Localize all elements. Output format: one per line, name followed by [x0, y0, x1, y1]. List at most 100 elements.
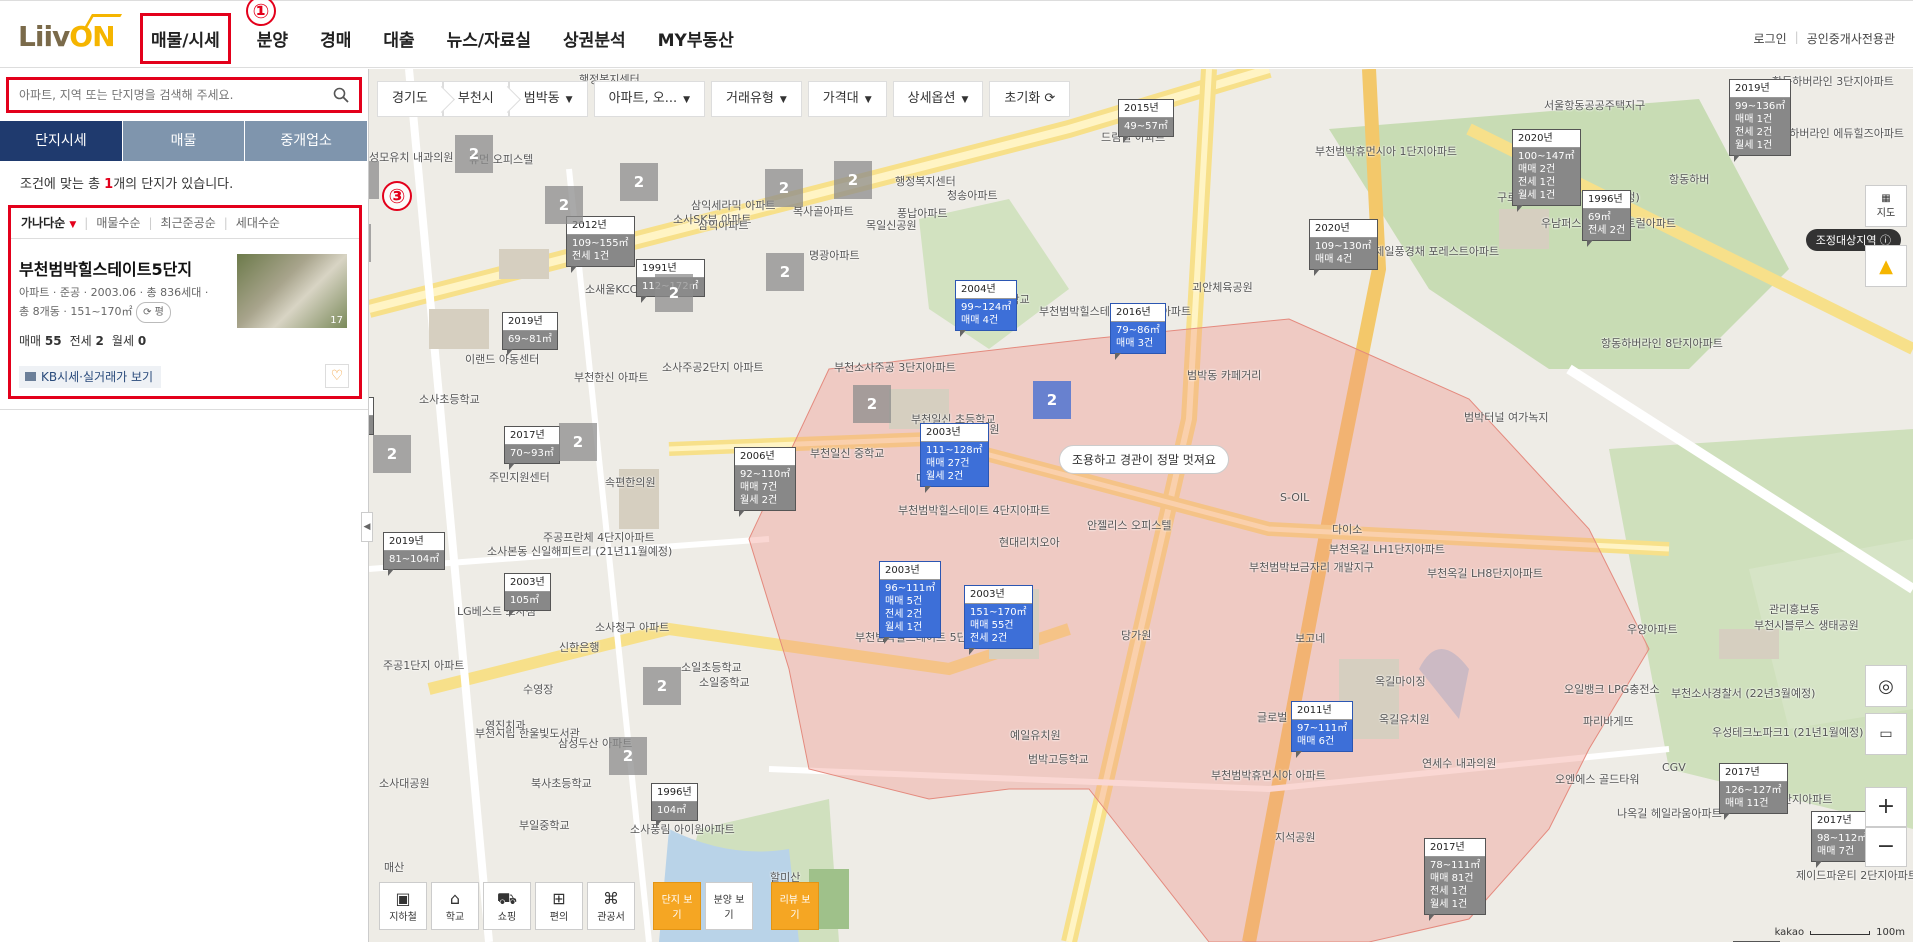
- map-place-label: 부천소사경찰서 (22년3월예정): [1671, 687, 1816, 700]
- complex-name[interactable]: 부천범박힐스테이트5단지: [19, 256, 192, 280]
- search-icon[interactable]: [333, 87, 349, 103]
- map-place-label: 우양아파트: [1627, 623, 1678, 636]
- complex-pin[interactable]: 2019년 69~81㎡: [502, 312, 558, 356]
- map-place-label: 괴안체육공원: [1192, 281, 1253, 294]
- area-map-button[interactable]: ▦ 지도: [1865, 185, 1907, 227]
- search-input[interactable]: [9, 80, 359, 110]
- zoom-out-button[interactable]: −: [1865, 827, 1907, 867]
- complex-pin[interactable]: 2017년 98~112㎡ 매매 7건: [1811, 811, 1874, 868]
- map-cluster[interactable]: 4: [369, 224, 371, 262]
- logo[interactable]: LiivON: [18, 14, 123, 53]
- map-cluster[interactable]: 2: [765, 169, 803, 207]
- sort-alpha[interactable]: 가나다순 ▼: [21, 214, 76, 231]
- poi-school-button[interactable]: ⌂ 학교: [431, 882, 479, 930]
- complex-pin[interactable]: 2017년 70~93㎡: [504, 426, 560, 470]
- nav-listings[interactable]: 매물/시세: [140, 12, 231, 64]
- sidebar-tabs: 단지시세 매물 중개업소: [0, 121, 369, 161]
- complex-pin[interactable]: 2020년 100~147㎡ 매매 2건 전세 1건 월세 1건: [1512, 129, 1581, 212]
- map-cluster[interactable]: 2: [643, 667, 681, 705]
- map-cluster[interactable]: 2: [373, 435, 411, 473]
- poi-subway-button[interactable]: ▣ 지하철: [379, 882, 427, 930]
- price-filter[interactable]: 가격대 ▼: [807, 81, 887, 117]
- review-bubble[interactable]: 조용하고 경관이 정말 멋져요: [1059, 445, 1229, 474]
- nav-presale[interactable]: 분양: [241, 26, 304, 51]
- alarm-button[interactable]: ▲: [1865, 245, 1907, 287]
- complex-pin[interactable]: 2020년 109~130㎡ 매매 4건: [1309, 219, 1378, 276]
- complex-pin[interactable]: 2016년 79~86㎡ 매매 3건: [1110, 303, 1166, 360]
- map-place-label: 지석공원: [1275, 831, 1316, 844]
- collapse-sidebar-button[interactable]: ◀: [361, 512, 373, 542]
- nav-my[interactable]: MY부동산: [642, 26, 750, 51]
- reset-filter-button[interactable]: 초기화 ⟳: [989, 81, 1071, 117]
- detail-option-filter[interactable]: 상세옵션 ▼: [892, 81, 984, 117]
- complex-pin[interactable]: 2004년 99~124㎡ 매매 4건: [955, 280, 1018, 337]
- complex-pin[interactable]: 2003년 96~111㎡ 매매 5건 전세 2건 월세 1건: [879, 561, 942, 644]
- tab-listings[interactable]: 매물: [122, 121, 246, 161]
- zoom-in-button[interactable]: +: [1865, 787, 1907, 827]
- pin-year: 2017년: [1720, 764, 1787, 782]
- map-cluster[interactable]: 2: [766, 253, 804, 291]
- complex-pin[interactable]: 2017년 78~111㎡ 매매 81건 전세 1건 월세 1건: [1424, 838, 1487, 921]
- presale-view-toggle[interactable]: 분양 보기: [705, 882, 753, 930]
- tab-complex-price[interactable]: 단지시세: [0, 121, 123, 161]
- sort-households[interactable]: 세대수순: [236, 214, 280, 231]
- map-cluster[interactable]: 3: [369, 161, 379, 199]
- login-link[interactable]: 로그인: [1754, 30, 1787, 47]
- property-type-filter[interactable]: 아파트, 오... ▼: [593, 81, 706, 117]
- complex-pin[interactable]: 2003년 151~170㎡ 매매 55건 전세 2건: [964, 585, 1033, 655]
- pin-year: 2020년: [1310, 220, 1377, 238]
- complex-view-toggle[interactable]: 단지 보기: [653, 882, 701, 930]
- map-cluster[interactable]: 2: [455, 135, 493, 173]
- pin-year: 2004년: [956, 281, 1017, 299]
- complex-pin[interactable]: 2019년 99~136㎡ 매매 1건 전세 2건 월세 1건: [1729, 79, 1792, 162]
- map-place-label: 청송아파트: [947, 189, 998, 202]
- chevron-down-icon: ▼: [864, 95, 872, 105]
- ruler-icon: ▭: [1879, 726, 1893, 742]
- complex-pin[interactable]: 2003년 111~128㎡ 매매 27건 월세 2건: [920, 423, 989, 493]
- nav-auction[interactable]: 경매: [304, 26, 367, 51]
- region-province[interactable]: 경기도: [377, 81, 443, 117]
- review-view-toggle[interactable]: 리뷰 보기: [771, 882, 819, 930]
- nav-commercial[interactable]: 상권분석: [547, 26, 642, 51]
- map-cluster[interactable]: 2: [545, 186, 583, 224]
- map-place-label: 주민지원센터: [489, 471, 550, 484]
- complex-pin[interactable]: 1996년 104㎡: [651, 783, 698, 827]
- map-cluster[interactable]: 2: [655, 274, 693, 312]
- agent-link[interactable]: 공인중개사전용관: [1807, 30, 1895, 47]
- complex-pin[interactable]: 2003년 105㎡: [504, 573, 551, 617]
- favorite-heart-icon[interactable]: ♡: [325, 364, 349, 388]
- complex-pin[interactable]: 2015년 49~57㎡: [1118, 99, 1174, 143]
- kb-price-button[interactable]: KB시세·실거래가 보기: [19, 366, 162, 388]
- complex-pin[interactable]: 1996년 69㎡ 전세 2건: [1582, 190, 1632, 247]
- complex-pin[interactable]: 2011년 97~111㎡ 매매 6건: [1291, 701, 1354, 758]
- complex-pin[interactable]: 2017년 126~127㎡ 매매 11건: [1719, 763, 1788, 820]
- complex-photo[interactable]: 17: [237, 254, 347, 328]
- map-place-label: 제이드파운티 2단지아파트: [1796, 869, 1913, 882]
- distance-button[interactable]: ▭: [1865, 713, 1907, 755]
- map-cluster[interactable]: 2: [1033, 381, 1071, 419]
- map-place-label: 당가원: [1121, 629, 1152, 642]
- map-cluster[interactable]: 2: [620, 163, 658, 201]
- map-cluster[interactable]: 2: [834, 161, 872, 199]
- nav-news[interactable]: 뉴스/자료실: [431, 26, 547, 51]
- tab-agencies[interactable]: 중개업소: [245, 121, 369, 161]
- sort-recent[interactable]: 최근준공순: [161, 214, 216, 231]
- poi-shopping-button[interactable]: ⛟ 쇼핑: [483, 882, 531, 930]
- map-cluster[interactable]: 2: [853, 385, 891, 423]
- streetview-button[interactable]: ◎: [1865, 665, 1907, 707]
- map-cluster[interactable]: 2: [609, 737, 647, 775]
- map-place-label: 오일뱅크 LPG충전소: [1564, 683, 1660, 696]
- pin-year: 2020년: [1513, 130, 1580, 148]
- poi-government-button[interactable]: ⌘ 관공서: [587, 882, 635, 930]
- nav-loan[interactable]: 대출: [367, 26, 430, 51]
- complex-pin[interactable]: 2006년 92~110㎡ 매매 7건 월세 2건: [734, 447, 797, 517]
- poi-convenience-button[interactable]: ⊞ 편의: [535, 882, 583, 930]
- pyeong-toggle[interactable]: ⟳ 평: [136, 302, 171, 323]
- map[interactable]: ② 경기도 부천시 범박동▼ 아파트, 오...▼ 거래유형▼ 가격대▼ 상세옵…: [369, 69, 1913, 942]
- map-cluster[interactable]: 2: [559, 423, 597, 461]
- map-place-label: 삼익아파트: [698, 219, 749, 232]
- complex-pin[interactable]: 2019년 81~104㎡: [383, 532, 446, 576]
- deal-type-filter[interactable]: 거래유형 ▼: [711, 81, 802, 117]
- complex-pin[interactable]: 3년32㎡: [369, 397, 374, 435]
- sort-listing-count[interactable]: 매물수순: [96, 214, 140, 231]
